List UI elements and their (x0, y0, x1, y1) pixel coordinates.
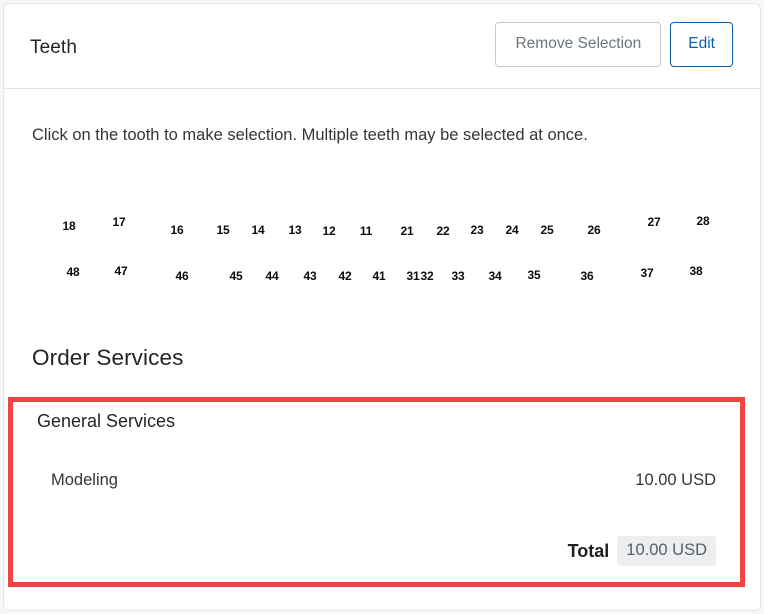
instruction-text: Click on the tooth to make selection. Mu… (32, 126, 588, 144)
remove-selection-button[interactable]: Remove Selection (495, 22, 662, 67)
tooth-24[interactable]: 24 (506, 223, 519, 237)
tooth-15[interactable]: 15 (217, 223, 230, 237)
tooth-18[interactable]: 18 (63, 219, 76, 233)
tooth-33[interactable]: 33 (452, 269, 465, 283)
tooth-34[interactable]: 34 (489, 269, 502, 283)
tooth-27[interactable]: 27 (648, 215, 661, 229)
tooth-28[interactable]: 28 (697, 214, 710, 228)
tooth-17[interactable]: 17 (113, 215, 126, 229)
tooth-35[interactable]: 35 (528, 268, 541, 282)
tooth-37[interactable]: 37 (641, 266, 654, 280)
order-total-row: Total 10.00 USD (568, 536, 716, 566)
tooth-12[interactable]: 12 (323, 224, 336, 238)
tooth-44[interactable]: 44 (266, 269, 279, 283)
tooth-45[interactable]: 45 (230, 269, 243, 283)
tooth-26[interactable]: 26 (588, 223, 601, 237)
header-actions: Remove Selection Edit (495, 22, 733, 67)
tooth-14[interactable]: 14 (252, 223, 265, 237)
tooth-16[interactable]: 16 (171, 223, 184, 237)
teeth-order-card: Teeth Remove Selection Edit Click on the… (3, 3, 761, 611)
tooth-42[interactable]: 42 (339, 269, 352, 283)
tooth-46[interactable]: 46 (176, 269, 189, 283)
total-label: Total (567, 540, 610, 561)
service-group-title: General Services (37, 411, 176, 431)
service-price: 10.00 USD (635, 471, 716, 489)
edit-button[interactable]: Edit (670, 22, 733, 67)
tooth-36[interactable]: 36 (581, 269, 594, 283)
tooth-38[interactable]: 38 (690, 264, 703, 278)
tooth-13[interactable]: 13 (289, 223, 302, 237)
service-row: Modeling 10.00 USD (13, 471, 740, 490)
tooth-41[interactable]: 41 (373, 269, 386, 283)
order-services-heading: Order Services (32, 345, 184, 370)
service-name: Modeling (51, 471, 118, 489)
tooth-48[interactable]: 48 (67, 265, 80, 279)
tooth-47[interactable]: 47 (115, 264, 128, 278)
tooth-32[interactable]: 32 (421, 269, 434, 283)
screen-root: Teeth Remove Selection Edit Click on the… (0, 0, 764, 614)
tooth-23[interactable]: 23 (471, 223, 484, 237)
tooth-31[interactable]: 31 (407, 269, 420, 283)
page-title: Teeth (30, 37, 77, 58)
teeth-chart: 18 17 16 15 14 13 12 11 21 22 23 24 25 26 27 28 48 47 46 4… (4, 200, 760, 310)
order-services-highlight: General Services Modeling 10.00 USD Total… (8, 397, 745, 587)
total-value-badge: 10.00 USD (617, 536, 716, 566)
card-header: Teeth Remove Selection Edit (4, 4, 760, 89)
tooth-22[interactable]: 22 (437, 224, 450, 238)
tooth-21[interactable]: 21 (401, 224, 414, 238)
tooth-25[interactable]: 25 (541, 223, 554, 237)
tooth-43[interactable]: 43 (304, 269, 317, 283)
tooth-11[interactable]: 11 (360, 224, 373, 238)
